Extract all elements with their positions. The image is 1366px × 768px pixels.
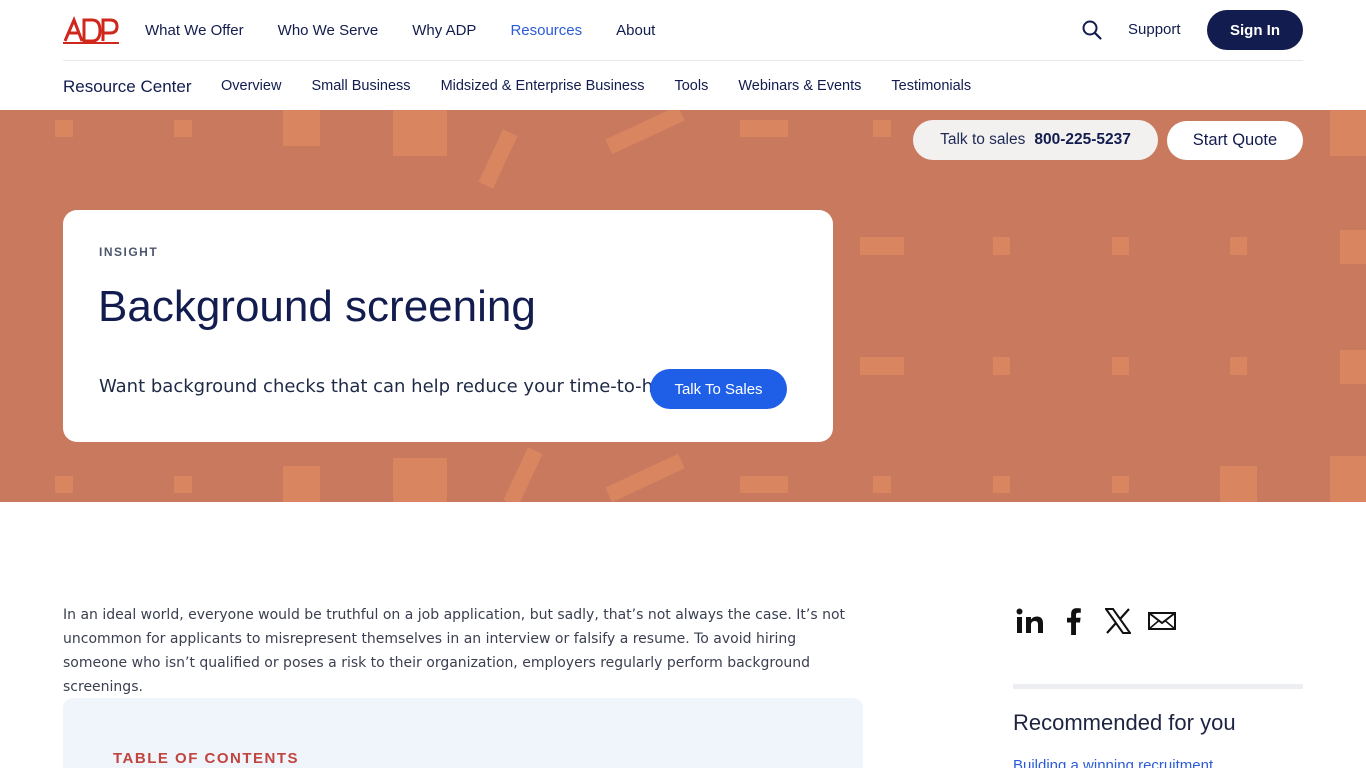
hero-subtitle: Want background checks that can help red… — [99, 376, 686, 397]
support-link[interactable]: Support — [1128, 21, 1181, 38]
nav-resources[interactable]: Resources — [510, 22, 582, 39]
facebook-icon — [1067, 608, 1081, 635]
hero-card: INSIGHT Background screening Want backgr… — [63, 210, 833, 442]
share-email-button[interactable] — [1145, 604, 1179, 638]
linkedin-icon — [1016, 608, 1043, 633]
adp-logo-icon — [63, 16, 119, 44]
email-icon — [1148, 612, 1176, 630]
start-quote-button[interactable]: Start Quote — [1167, 121, 1303, 160]
sidebar-divider — [1013, 684, 1303, 689]
talk-to-sales-button[interactable]: Talk To Sales — [650, 369, 787, 409]
top-header: What We Offer Who We Serve Why ADP Resou… — [0, 0, 1366, 61]
content-type-label: INSIGHT — [99, 245, 159, 259]
subnav-midsized-enterprise[interactable]: Midsized & Enterprise Business — [441, 78, 645, 94]
subnav-small-business[interactable]: Small Business — [311, 78, 410, 94]
resource-center-nav: Resource Center Overview Small Business … — [0, 61, 1366, 110]
nav-what-we-offer[interactable]: What We Offer — [145, 22, 244, 39]
sales-phone-number[interactable]: 800-225-5237 — [1034, 131, 1131, 149]
talk-to-sales-label: Talk to sales — [940, 131, 1026, 148]
search-icon — [1082, 20, 1102, 40]
resource-center-links: Overview Small Business Midsized & Enter… — [221, 61, 1001, 110]
sign-in-button[interactable]: Sign In — [1207, 10, 1303, 50]
x-icon — [1105, 608, 1131, 634]
page-title: Background screening — [98, 282, 536, 331]
table-of-contents: TABLE OF CONTENTS — [63, 698, 863, 768]
hero-banner: Talk to sales 800-225-5237 Start Quote I… — [0, 110, 1366, 502]
toc-title: TABLE OF CONTENTS — [113, 750, 300, 767]
subnav-webinars-events[interactable]: Webinars & Events — [738, 78, 861, 94]
share-x-button[interactable] — [1101, 604, 1135, 638]
adp-logo[interactable] — [63, 16, 119, 44]
subnav-overview[interactable]: Overview — [221, 78, 281, 94]
article-intro: In an ideal world, everyone would be tru… — [63, 607, 846, 695]
share-facebook-button[interactable] — [1057, 604, 1091, 638]
resource-center-title[interactable]: Resource Center — [63, 77, 192, 97]
subnav-testimonials[interactable]: Testimonials — [891, 78, 971, 94]
nav-who-we-serve[interactable]: Who We Serve — [278, 22, 379, 39]
subnav-tools[interactable]: Tools — [674, 78, 708, 94]
nav-about[interactable]: About — [616, 22, 655, 39]
share-links — [1013, 604, 1189, 638]
recommended-link[interactable]: Building a winning recruitment — [1013, 757, 1213, 768]
share-linkedin-button[interactable] — [1013, 604, 1047, 638]
talk-to-sales-pill[interactable]: Talk to sales 800-225-5237 — [913, 120, 1158, 160]
recommended-title: Recommended for you — [1013, 710, 1236, 735]
search-button[interactable] — [1081, 19, 1103, 41]
main-nav: What We Offer Who We Serve Why ADP Resou… — [145, 0, 689, 61]
nav-why-adp[interactable]: Why ADP — [412, 22, 476, 39]
